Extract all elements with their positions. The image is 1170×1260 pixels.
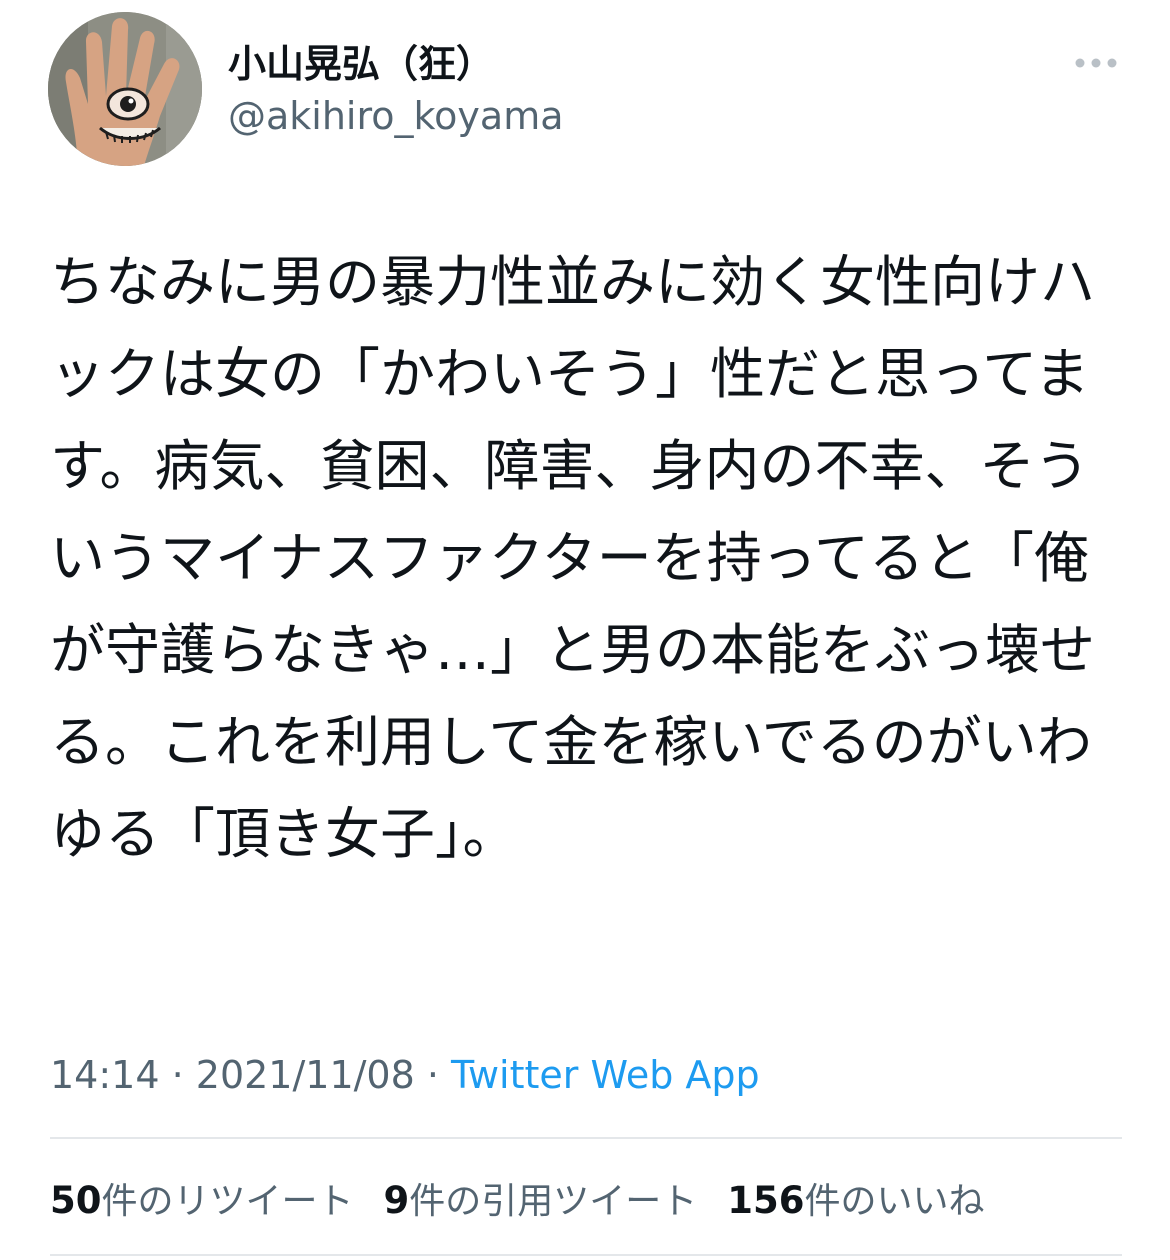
divider bbox=[50, 1254, 1122, 1256]
meta-separator: · bbox=[414, 1053, 452, 1097]
divider bbox=[50, 1137, 1122, 1139]
more-dots-icon bbox=[1075, 58, 1117, 68]
tweet-date[interactable]: 2021/11/08 bbox=[196, 1053, 415, 1097]
like-count: 156 bbox=[727, 1179, 805, 1222]
quote-count: 9 bbox=[383, 1179, 410, 1222]
display-name[interactable]: 小山晃弘（狂） bbox=[228, 40, 494, 88]
retweet-count-link[interactable]: 50 件のリツイート bbox=[50, 1172, 354, 1224]
quote-label: 件の引用ツイート bbox=[409, 1181, 698, 1222]
retweet-count: 50 bbox=[50, 1179, 102, 1222]
tweet-time[interactable]: 14:14 bbox=[50, 1053, 160, 1097]
user-handle[interactable]: @akihiro_koyama bbox=[228, 92, 564, 140]
like-count-link[interactable]: 156 件のいいね bbox=[727, 1172, 984, 1224]
hand-eye-avatar-icon bbox=[48, 12, 202, 166]
avatar[interactable] bbox=[48, 12, 202, 166]
meta-separator: · bbox=[159, 1053, 196, 1097]
more-options-button[interactable] bbox=[1068, 46, 1124, 80]
retweet-label: 件のリツイート bbox=[101, 1181, 354, 1222]
tweet-meta: 14:14 · 2021/11/08 · Twitter Web App bbox=[50, 1050, 760, 1100]
tweet-source-link[interactable]: Twitter Web App bbox=[451, 1053, 760, 1097]
like-label: 件のいいね bbox=[804, 1181, 985, 1222]
tweet-text: ちなみに男の暴力性並みに効く女性向けハックは女の「かわいそう」性だと思ってます。… bbox=[50, 250, 1096, 866]
quote-count-link[interactable]: 9 件の引用ツイート bbox=[384, 1172, 698, 1224]
tweet-stats: 50 件のリツイート 9 件の引用ツイート 156 件のいいね bbox=[50, 1170, 1015, 1226]
